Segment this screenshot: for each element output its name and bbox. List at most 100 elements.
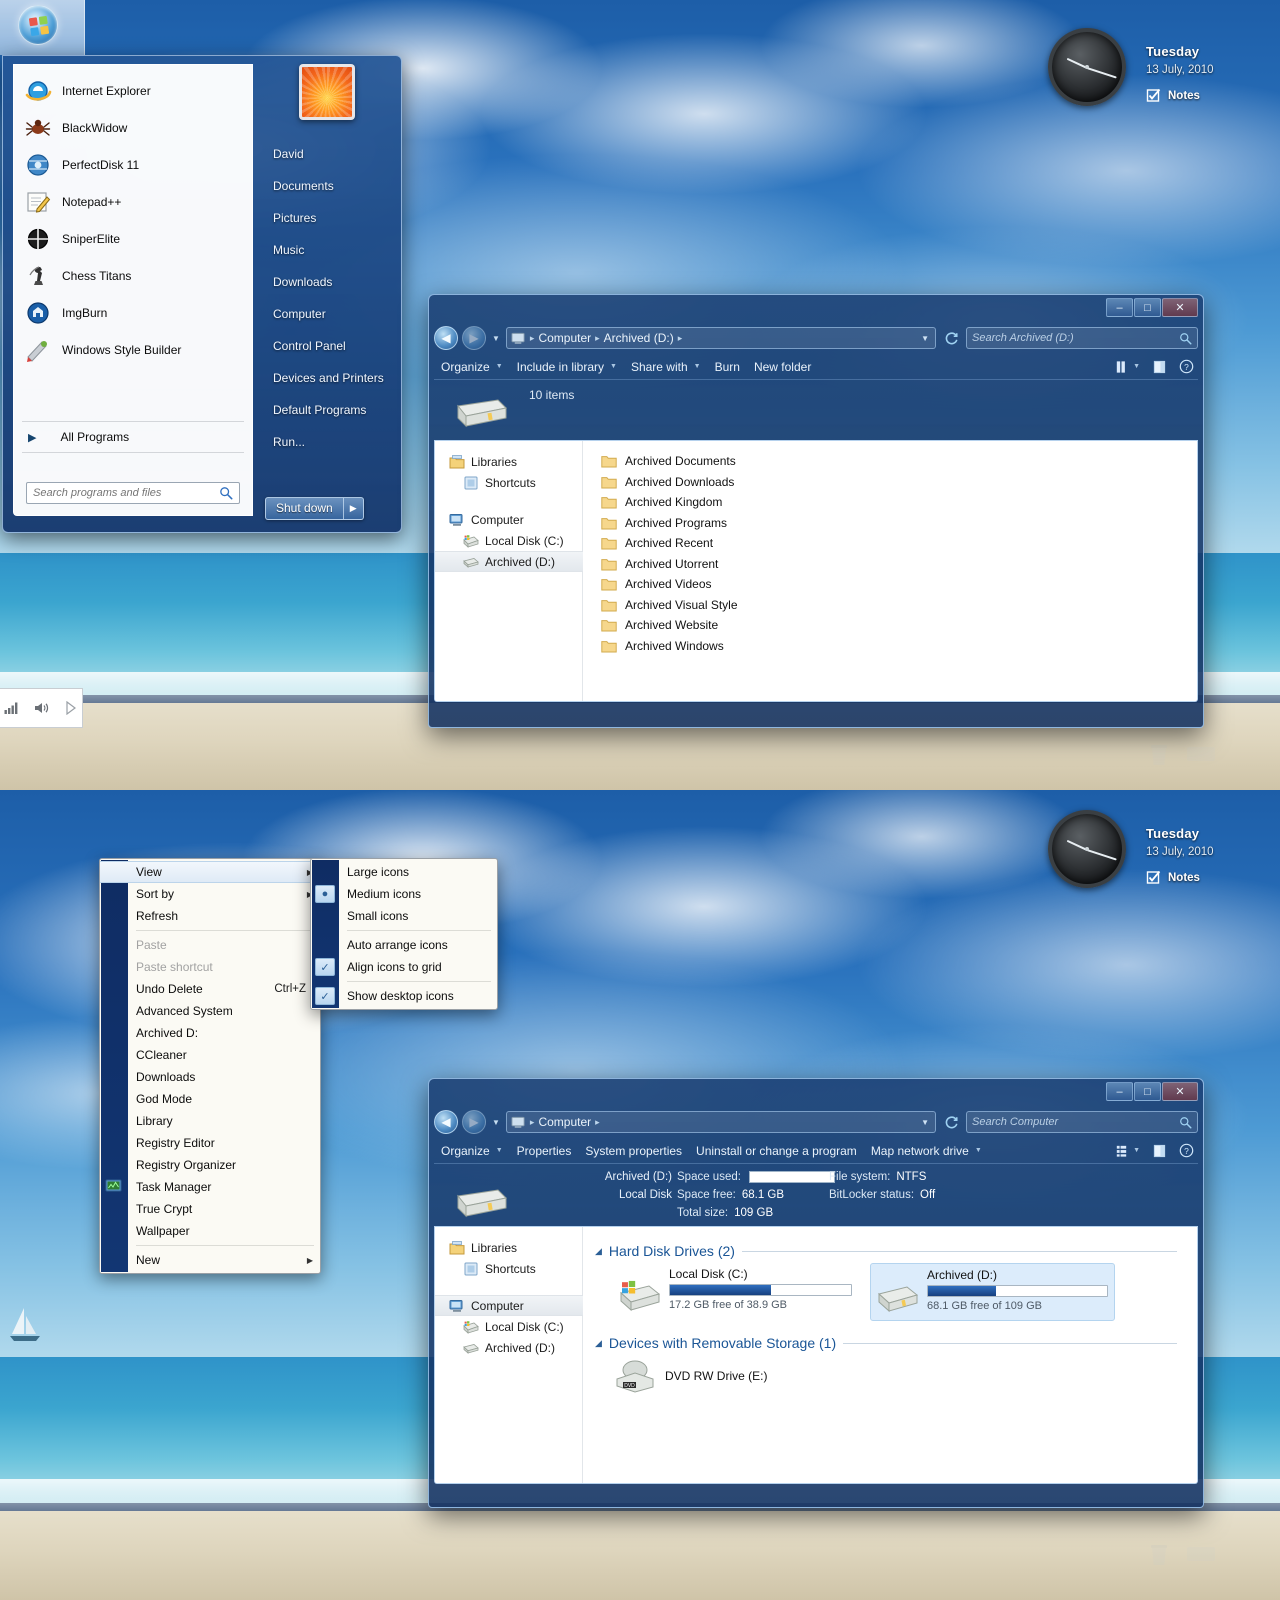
minimize-button[interactable]: – (1106, 1082, 1133, 1101)
context-menu-item-god-mode[interactable]: God Mode (100, 1088, 320, 1110)
start-menu-item-sniperelite[interactable]: SniperElite (14, 220, 252, 257)
back-button[interactable]: ◀ (434, 326, 458, 350)
context-menu-item-refresh[interactable]: Refresh (100, 905, 320, 927)
desktop-context-menu[interactable]: View ▶ Sort by ▶ Refresh Paste Paste sho… (99, 858, 321, 1274)
refresh-button[interactable] (940, 327, 962, 349)
recycle-bin-icon[interactable] (1148, 742, 1170, 768)
file-list-item[interactable]: Archived Videos (601, 574, 1197, 595)
toolbar-properties[interactable]: Properties (510, 1140, 579, 1162)
command-bar[interactable]: Organize ▼ Include in library ▼ Share wi… (434, 356, 1198, 380)
view-submenu-item-align-icons-to-grid[interactable]: ✓ Align icons to grid (311, 956, 497, 978)
start-menu-link-computer[interactable]: Computer (261, 298, 395, 330)
start-menu-link-documents[interactable]: Documents (261, 170, 395, 202)
back-button[interactable]: ◀ (434, 1110, 458, 1134)
minimize-button[interactable]: – (1106, 298, 1133, 317)
breadcrumb-item-computer[interactable]: Computer (538, 331, 591, 345)
search-box[interactable]: Search Computer (966, 1111, 1198, 1133)
start-menu-link-pictures[interactable]: Pictures (261, 202, 395, 234)
drive-tile-local-disk-c[interactable]: Local Disk (C:) 17.2 GB free of 38.9 GB (613, 1263, 858, 1321)
view-submenu-item-large-icons[interactable]: Large icons (311, 861, 497, 883)
start-menu[interactable]: Internet Explorer BlackWidow PerfectDisk… (2, 55, 402, 533)
chevron-down-icon[interactable]: ▼ (1133, 363, 1140, 370)
refresh-button[interactable] (940, 1111, 962, 1133)
context-menu-item-registry-organizer[interactable]: Registry Organizer (100, 1154, 320, 1176)
volume-icon[interactable] (34, 701, 50, 715)
utorrent-icon[interactable] (1186, 742, 1216, 768)
file-list-item[interactable]: Archived Website (601, 615, 1197, 636)
start-menu-item-windows-style-builder[interactable]: Windows Style Builder (14, 331, 252, 368)
file-list-item[interactable]: Archived Windows (601, 636, 1197, 657)
start-menu-link-music[interactable]: Music (261, 234, 395, 266)
file-list[interactable]: Archived Documents Archived Downloads Ar… (583, 441, 1197, 701)
help-icon[interactable]: ? (1179, 1143, 1194, 1158)
preview-pane-icon[interactable] (1152, 1144, 1167, 1158)
start-menu-item-blackwidow[interactable]: BlackWidow (14, 109, 252, 146)
nav-item-archived-d[interactable]: Archived (D:) (435, 551, 583, 572)
explorer-window-computer[interactable]: – □ ✕ ◀ ▶ ▼ ▸ Computer ▸ ▼ Search Comput… (428, 1078, 1204, 1508)
start-menu-link-default-programs[interactable]: Default Programs (261, 394, 395, 426)
device-tile-dvd-rw-drive-e[interactable]: DVD DVD RW Drive (E:) (595, 1357, 1197, 1395)
nav-item-computer[interactable]: Computer (435, 1295, 583, 1316)
file-list-item[interactable]: Archived Utorrent (601, 554, 1197, 575)
window-titlebar[interactable]: – □ ✕ (434, 1082, 1198, 1110)
recent-pages-dropdown-icon[interactable]: ▼ (490, 1118, 502, 1127)
view-submenu[interactable]: Large icons ● Medium icons Small icons A… (310, 858, 498, 1010)
window-controls[interactable]: – □ ✕ (1106, 1082, 1198, 1101)
view-submenu-item-auto-arrange-icons[interactable]: Auto arrange icons (311, 934, 497, 956)
breadcrumb[interactable]: ▸ Computer ▸ ▼ (505, 1111, 936, 1133)
address-dropdown-icon[interactable]: ▼ (921, 334, 931, 343)
context-menu-item-advanced-system[interactable]: Advanced System (100, 1000, 320, 1022)
command-bar[interactable]: Organize ▼ Properties System properties … (434, 1140, 1198, 1164)
explorer-window-archived-d[interactable]: – □ ✕ ◀ ▶ ▼ ▸ Computer ▸ Archived (D:) ▸… (428, 294, 1204, 728)
change-view-icon[interactable] (1114, 1144, 1129, 1158)
file-list-item[interactable]: Archived Recent (601, 533, 1197, 554)
command-bar-right[interactable]: ▼ ? (1114, 359, 1198, 374)
file-list-item[interactable]: Archived Documents (601, 451, 1197, 472)
context-menu-item-ccleaner[interactable]: CCleaner (100, 1044, 320, 1066)
file-list-item[interactable]: Archived Visual Style (601, 595, 1197, 616)
breadcrumb-sep-2[interactable]: ▸ (678, 333, 683, 344)
start-menu-link-downloads[interactable]: Downloads (261, 266, 395, 298)
address-bar-row[interactable]: ◀ ▶ ▼ ▸ Computer ▸ Archived (D:) ▸ ▼ Sea… (434, 326, 1198, 350)
start-menu-link-control-panel[interactable]: Control Panel (261, 330, 395, 362)
context-menu-item-view[interactable]: View ▶ (100, 861, 320, 883)
nav-item-local-disk-c[interactable]: Local Disk (C:) (435, 1316, 582, 1337)
network-signal-icon[interactable] (4, 701, 20, 715)
file-list-item[interactable]: Archived Kingdom (601, 492, 1197, 513)
group-header-removable-storage[interactable]: ◢ Devices with Removable Storage (1) (595, 1335, 1197, 1351)
nav-item-computer[interactable]: Computer (435, 509, 582, 530)
view-submenu-item-show-desktop-icons[interactable]: ✓ Show desktop icons (311, 985, 497, 1007)
chevron-down-icon[interactable]: ▼ (1133, 1147, 1140, 1154)
start-menu-all-programs[interactable]: ▶ All Programs (14, 422, 252, 452)
address-bar-row[interactable]: ◀ ▶ ▼ ▸ Computer ▸ ▼ Search Computer (434, 1110, 1198, 1134)
forward-button[interactable]: ▶ (462, 326, 486, 350)
context-menu-item-sort-by[interactable]: Sort by ▶ (100, 883, 320, 905)
view-submenu-item-small-icons[interactable]: Small icons (311, 905, 497, 927)
forward-button[interactable]: ▶ (462, 1110, 486, 1134)
toolbar-uninstall-or-change-a-program[interactable]: Uninstall or change a program (689, 1140, 864, 1162)
notes-gadget[interactable]: Notes (1146, 870, 1214, 886)
start-menu-user-name[interactable]: David (261, 138, 395, 170)
start-menu-search-box[interactable] (26, 482, 240, 504)
search-box[interactable]: Search Archived (D:) (966, 327, 1198, 349)
context-menu-item-wallpaper[interactable]: Wallpaper (100, 1220, 320, 1242)
start-menu-link-run[interactable]: Run... (261, 426, 395, 458)
toolbar-share-with[interactable]: Share with ▼ (624, 356, 708, 378)
context-menu-item-undo-delete[interactable]: Undo Delete Ctrl+Z (100, 978, 320, 1000)
computer-content-pane[interactable]: ◢ Hard Disk Drives (2) Local Disk (C:) 1… (583, 1227, 1197, 1483)
notes-gadget[interactable]: Notes (1146, 88, 1214, 104)
search-input[interactable] (33, 487, 219, 499)
context-menu-item-task-manager[interactable]: Task Manager (100, 1176, 320, 1198)
close-button[interactable]: ✕ (1162, 298, 1198, 317)
nav-item-libraries[interactable]: Libraries (435, 451, 582, 472)
file-list-item[interactable]: Archived Programs (601, 513, 1197, 534)
action-center-icon[interactable] (64, 701, 78, 715)
start-menu-item-notepad-plus-plus[interactable]: Notepad++ (14, 183, 252, 220)
nav-item-archived-d[interactable]: Archived (D:) (435, 1337, 582, 1358)
start-menu-item-chess-titans[interactable]: Chess Titans (14, 257, 252, 294)
tray-overflow-popup[interactable] (0, 688, 83, 728)
help-icon[interactable]: ? (1179, 359, 1194, 374)
start-menu-item-imgburn[interactable]: ImgBurn (14, 294, 252, 331)
breadcrumb[interactable]: ▸ Computer ▸ Archived (D:) ▸ ▼ (505, 327, 936, 349)
window-titlebar[interactable]: – □ ✕ (434, 298, 1198, 326)
